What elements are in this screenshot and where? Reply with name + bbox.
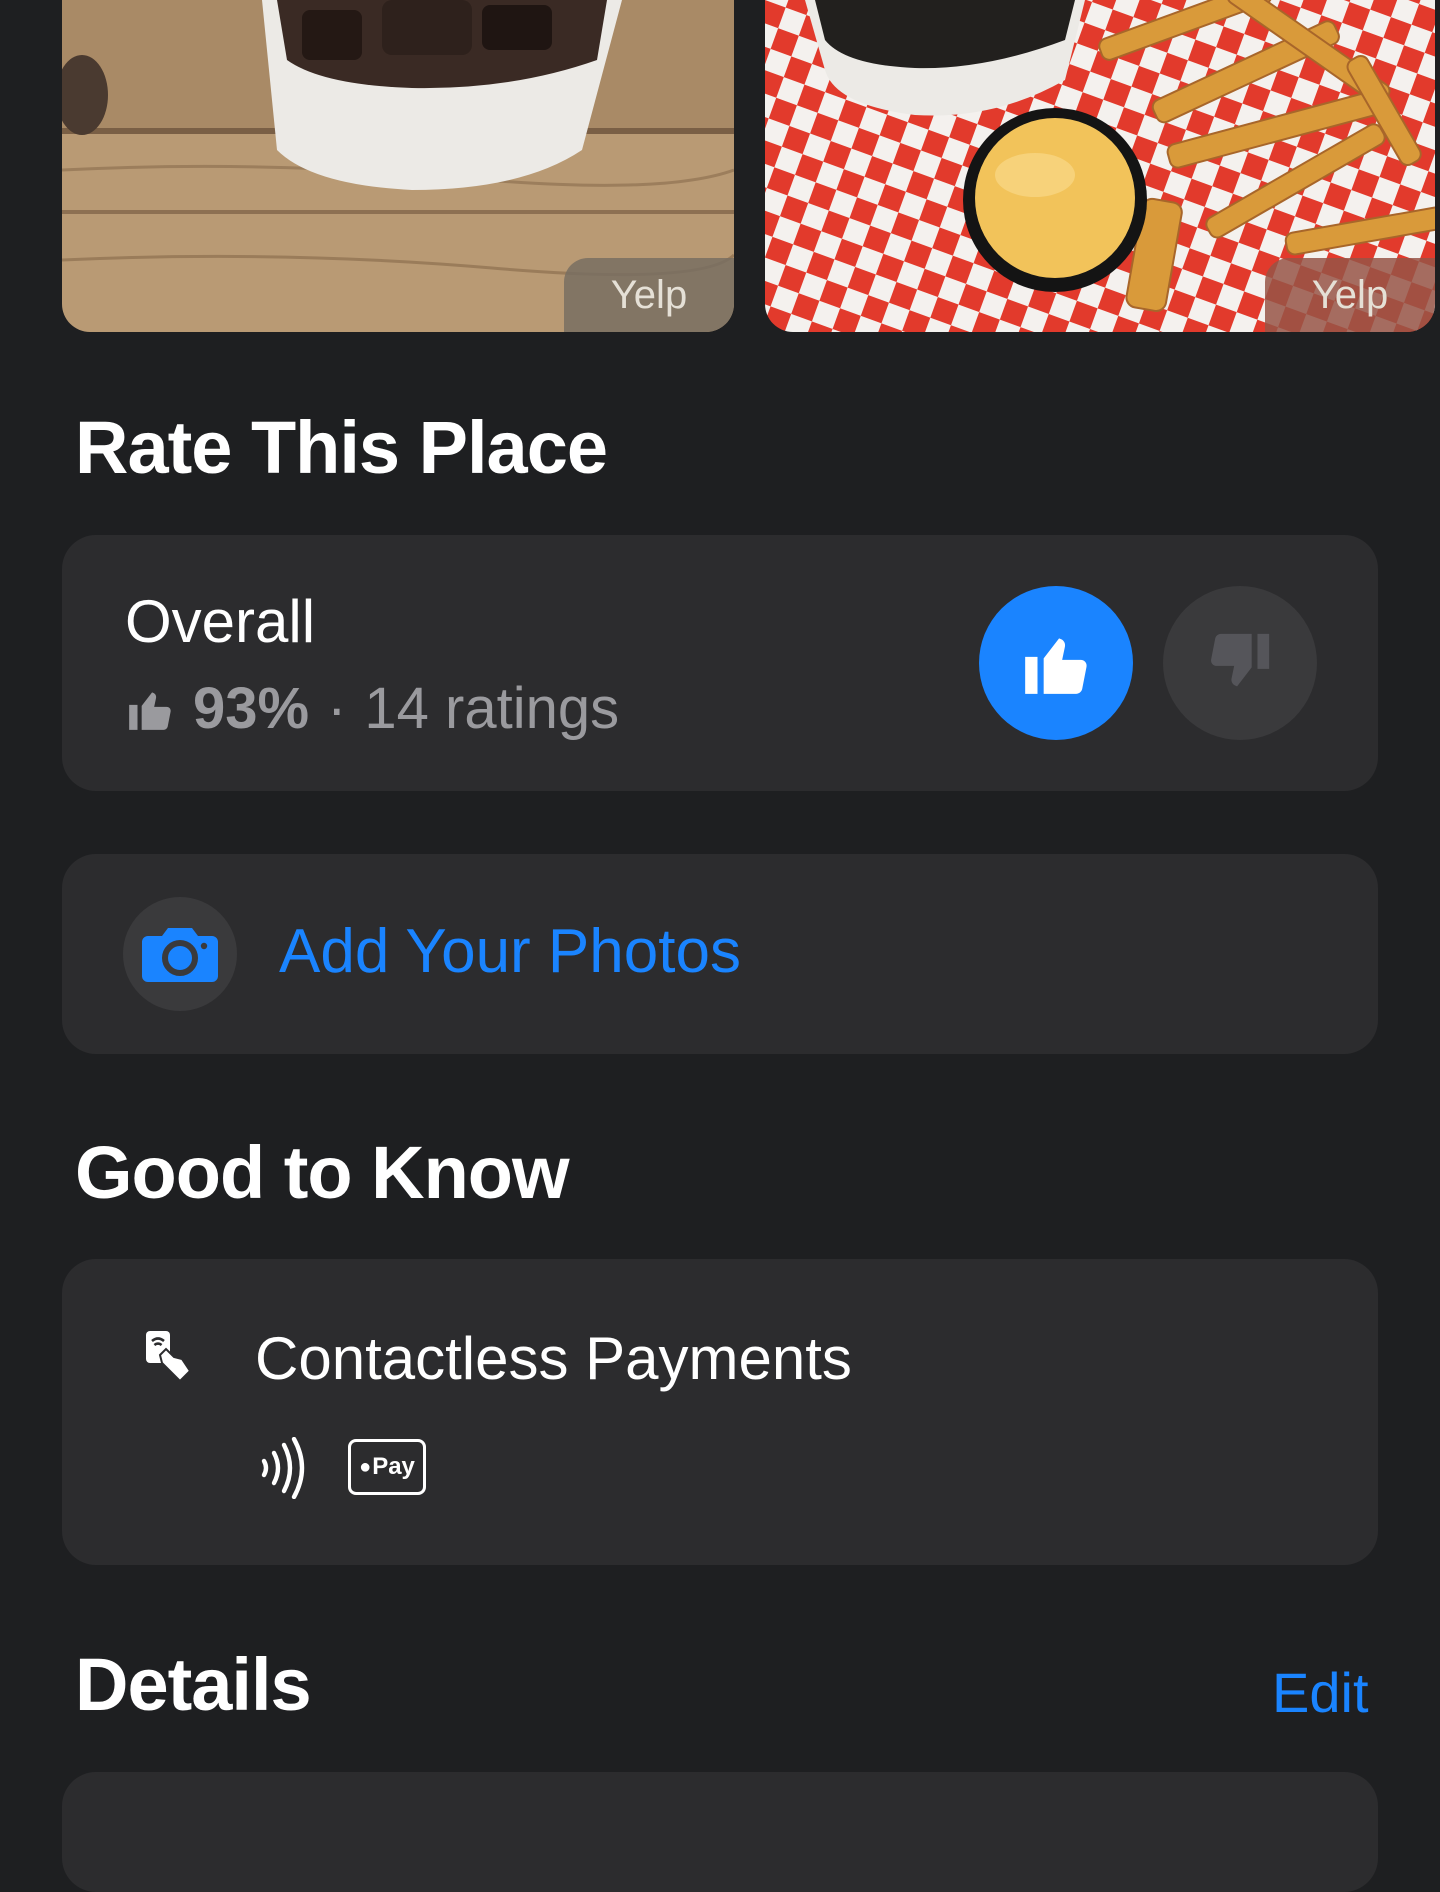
rate-section-title: Rate This Place [75, 406, 608, 489]
camera-icon-circle [123, 897, 237, 1011]
details-card [62, 1772, 1378, 1892]
thumbs-down-button[interactable] [1163, 586, 1317, 740]
add-photos-button[interactable]: Add Your Photos [62, 854, 1378, 1054]
place-photo-1[interactable]: Yelp [62, 0, 734, 332]
good-to-know-title: Good to Know [75, 1131, 570, 1214]
apple-logo-icon: ● [359, 1455, 372, 1478]
nfc-icon [258, 1436, 312, 1504]
details-title: Details [75, 1643, 312, 1726]
overall-label: Overall [125, 588, 316, 655]
thumbs-up-icon [1025, 638, 1087, 694]
apple-pay-badge: ● Pay [348, 1439, 426, 1495]
apple-pay-label: Pay [372, 1453, 415, 1480]
thumbs-up-small-icon [125, 684, 175, 734]
photo-source-badge: Yelp [564, 258, 734, 332]
rating-separator: · [327, 676, 347, 741]
camera-icon [142, 928, 218, 982]
rating-count: 14 ratings [364, 676, 620, 741]
edit-details-button[interactable]: Edit [1272, 1660, 1369, 1725]
overall-rating-card: Overall 93% · 14 ratings [62, 535, 1378, 791]
place-photo-2[interactable]: Yelp [765, 0, 1435, 332]
good-to-know-card: Contactless Payments ● Pay [62, 1259, 1378, 1565]
photo-source-badge: Yelp [1265, 258, 1435, 332]
contactless-payments-label: Contactless Payments [255, 1325, 852, 1392]
add-photos-label: Add Your Photos [279, 917, 741, 986]
rating-percent: 93% [193, 676, 310, 741]
thumbs-down-icon [1211, 633, 1270, 687]
contactless-payment-icon [142, 1327, 194, 1390]
thumbs-up-button[interactable] [979, 586, 1133, 740]
rating-summary: 93% · 14 ratings [125, 675, 619, 742]
